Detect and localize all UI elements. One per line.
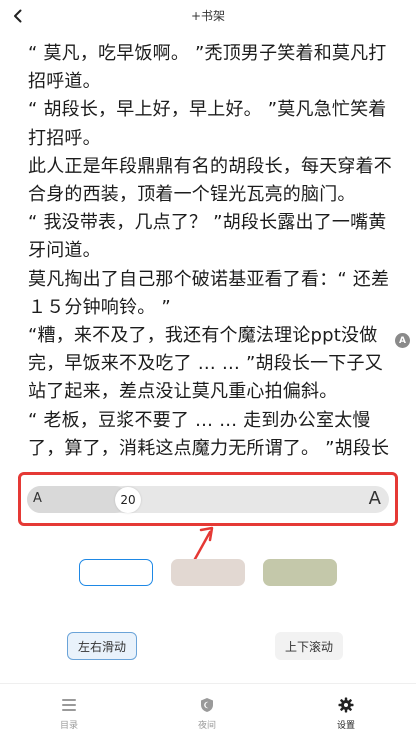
font-size-highlight-box: A A 20 [18,472,398,526]
paragraph: 莫凡掏出了自己那个破诺基亚看了看：“ 还差１５分钟响铃。 ” [28,268,390,318]
nav-catalog-label: 目录 [59,721,78,731]
top-bar: +书架 [0,0,416,32]
add-to-shelf-button[interactable]: +书架 [0,7,416,24]
night-mode-icon [201,698,213,712]
bottom-nav: 目录 夜间 设置 [0,683,416,739]
nav-settings-label: 设置 [336,721,355,731]
reader-content[interactable]: “ 莫凡，吃早饭啊。 ”秃顶男子笑着和莫凡打招呼道。 “ 胡段长，早上好，早上好… [28,40,400,468]
theme-green-swatch[interactable] [263,559,337,586]
nav-settings[interactable]: 设置 [316,696,376,731]
theme-white-swatch[interactable] [79,559,153,586]
nav-catalog[interactable]: 目录 [39,696,99,731]
reading-settings-panel: A A 20 左右滑动 上下滚动 [0,468,416,683]
theme-picker [0,559,416,587]
paragraph: 此人正是年段鼎鼎有名的胡段长，每天穿着不合身的西装，顶着一个锃光瓦亮的脑门。 [28,155,392,206]
font-increase-label[interactable]: A [369,488,381,509]
gear-icon [338,697,354,713]
nav-night-mode[interactable]: 夜间 [177,696,237,731]
nav-night-label: 夜间 [197,721,216,731]
font-size-slider[interactable]: A A 20 [27,486,389,513]
paragraph: “ 胡段长，早上好，早上好。 ”莫凡急忙笑着打招呼。 [28,99,387,149]
paragraph: “ 老板，豆浆不要了 … … 走到办公室太慢了，算了，消耗这点魔力无所谓了。 ”… [28,409,390,459]
paragraph: “糟，来不及了，我还有个魔法理论ppt没做完，早饭来不及吃了 … … ”胡段长一… [28,325,383,403]
list-icon [62,699,76,711]
font-decrease-label[interactable]: A [33,491,42,506]
theme-beige-swatch[interactable] [171,559,245,586]
assistant-badge[interactable]: A [395,333,410,348]
paragraph: “ 我没带表，几点了？ ”胡段长露出了一嘴黄牙问道。 [28,212,387,262]
font-size-slider-fill [27,486,128,513]
font-size-slider-thumb[interactable]: 20 [115,487,141,513]
vertical-scroll-button[interactable]: 上下滚动 [275,632,344,660]
paragraph: “ 莫凡，吃早饭啊。 ”秃顶男子笑着和莫凡打招呼道。 [28,43,387,93]
horizontal-swipe-button[interactable]: 左右滑动 [67,632,138,660]
